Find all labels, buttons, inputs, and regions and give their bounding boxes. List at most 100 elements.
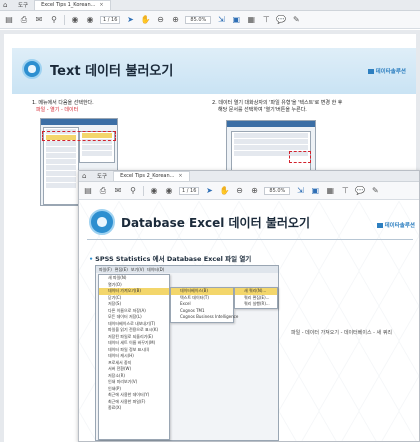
search-icon[interactable]: ⚲ bbox=[128, 186, 138, 196]
document-tab[interactable]: Excel Tips 2_Korean... × bbox=[113, 171, 190, 181]
open-icon[interactable]: ▤ bbox=[4, 15, 14, 25]
menubar-item: 파일(F) bbox=[99, 267, 112, 272]
prev-page-icon[interactable]: ◉ bbox=[149, 186, 159, 196]
step-1-path: 파일 - 열기 - 데이터 bbox=[36, 107, 79, 113]
submenu-item: 쿼리 실행(R)... bbox=[244, 301, 270, 306]
page-title: Text 데이터 불러오기 bbox=[50, 64, 174, 79]
present-icon[interactable]: ⊤ bbox=[340, 186, 350, 196]
menu-row bbox=[82, 145, 112, 150]
front-document-window: ⌂ 도구 Excel Tips 2_Korean... × ▤ ⎙ ✉ ⚲ ◉ … bbox=[78, 170, 420, 442]
step-2-line2: 해당 문서를 선택하여 '열기'버튼을 누른다. bbox=[218, 107, 307, 113]
screenshot-titlebar bbox=[41, 119, 117, 125]
tools-menu[interactable]: 도구 bbox=[97, 172, 107, 180]
page: Database Excel 데이터 불러오기 데이타솔루션 • SPSS Sta… bbox=[79, 201, 419, 441]
screenshot-open-dialog bbox=[226, 120, 316, 176]
mail-icon[interactable]: ✉ bbox=[113, 186, 123, 196]
step-2-line1: 2. 데이터 열기 대화상자의 '파일 유형'을 '텍스트'로 변경 한 후 bbox=[212, 100, 343, 106]
separator bbox=[64, 14, 65, 25]
menu-row bbox=[46, 177, 76, 182]
close-tab-icon[interactable]: × bbox=[99, 1, 103, 10]
search-icon[interactable]: ⚲ bbox=[49, 15, 59, 25]
section-heading-text: SPSS Statistics 에서 Database Excel 파일 열기 bbox=[95, 255, 252, 263]
menu-row bbox=[46, 165, 76, 170]
single-page-icon[interactable]: ▣ bbox=[231, 15, 241, 25]
file-row bbox=[234, 145, 308, 150]
open-icon[interactable]: ▤ bbox=[83, 186, 93, 196]
step-2: 2. 데이터 열기 대화상자의 '파일 유형'을 '텍스트'로 변경 한 후 해… bbox=[212, 100, 342, 114]
pen-icon[interactable]: ✎ bbox=[291, 15, 301, 25]
menu-item: 종료(X) bbox=[108, 405, 122, 410]
menu-row bbox=[82, 151, 112, 156]
next-page-icon[interactable]: ◉ bbox=[164, 186, 174, 196]
toolbar: ▤ ⎙ ✉ ⚲ ◉ ◉ 1 / 16 ➤ ✋ ⊖ ⊕ 85.0% ⇲ ▣ ▦ ⊤… bbox=[79, 182, 419, 200]
file-row bbox=[234, 133, 308, 138]
pen-icon[interactable]: ✎ bbox=[370, 186, 380, 196]
zoom-in-icon[interactable]: ⊕ bbox=[249, 186, 259, 196]
prev-page-icon[interactable]: ◉ bbox=[70, 15, 80, 25]
hand-icon[interactable]: ✋ bbox=[219, 186, 229, 196]
fit-page-icon[interactable]: ⇲ bbox=[295, 186, 305, 196]
cursor-icon[interactable]: ➤ bbox=[204, 186, 214, 196]
separator bbox=[143, 185, 144, 196]
brand-name: 데이타솔루션 bbox=[384, 223, 415, 229]
menubar-item: 보기(V) bbox=[130, 267, 145, 272]
menu-row bbox=[46, 141, 76, 146]
zoom-select[interactable]: 85.0% bbox=[264, 186, 291, 195]
page-indicator[interactable]: 1 / 16 bbox=[179, 186, 200, 195]
brand-square-icon bbox=[367, 69, 374, 74]
zoom-out-icon[interactable]: ⊖ bbox=[234, 186, 244, 196]
single-page-icon[interactable]: ▣ bbox=[310, 186, 320, 196]
page-banner: Text 데이터 불러오기 데이타솔루션 bbox=[12, 48, 416, 94]
next-page-icon[interactable]: ◉ bbox=[85, 15, 95, 25]
menu-row bbox=[46, 159, 76, 164]
menubar-item: 데이터(D) bbox=[147, 267, 165, 272]
zoom-out-icon[interactable]: ⊖ bbox=[155, 15, 165, 25]
caption: 파일 - 데이터 가져오기 - 데이터베이스 - 새 쿼리 bbox=[291, 330, 392, 336]
tab-bar: ⌂ 도구 Excel Tips 2_Korean... × bbox=[79, 171, 419, 182]
zoom-in-icon[interactable]: ⊕ bbox=[170, 15, 180, 25]
file-row bbox=[234, 139, 308, 144]
file-menu: 새 파일(N) 열기(O) 데이터 가져오기(B) 닫기(C) 저장(S) 다른… bbox=[98, 274, 170, 440]
bullet-icon: • bbox=[89, 255, 94, 263]
database-submenu: 새 쿼리(N)... 쿼리 편집(E)... 쿼리 실행(R)... bbox=[234, 287, 278, 309]
present-icon[interactable]: ⊤ bbox=[261, 15, 271, 25]
toolbar: ▤ ⎙ ✉ ⚲ ◉ ◉ 1 / 16 ➤ ✋ ⊖ ⊕ 85.0% ⇲ ▣ ▦ ⊤… bbox=[0, 11, 420, 29]
step-1-text: 1. 메뉴에서 다음을 선택한다. bbox=[32, 100, 94, 106]
mail-icon[interactable]: ✉ bbox=[34, 15, 44, 25]
brand-logo: 데이타솔루션 bbox=[367, 67, 406, 75]
comment-icon[interactable]: 💬 bbox=[276, 15, 286, 25]
document-tab-label: Excel Tips 1_Korean... bbox=[41, 2, 96, 8]
highlight-box bbox=[42, 131, 116, 141]
print-icon[interactable]: ⎙ bbox=[19, 15, 29, 25]
cursor-icon[interactable]: ➤ bbox=[125, 15, 135, 25]
spss-menubar: 파일(F) 편집(E) 보기(V) 데이터(D) bbox=[96, 266, 278, 273]
submenu-item: Cognos Business Intelligence bbox=[180, 314, 239, 319]
page-indicator[interactable]: 1 / 16 bbox=[100, 15, 121, 24]
home-icon[interactable]: ⌂ bbox=[3, 1, 12, 10]
tools-menu[interactable]: 도구 bbox=[18, 1, 28, 9]
document-area: Database Excel 데이터 불러오기 데이타솔루션 • SPSS Sta… bbox=[79, 201, 419, 441]
zoom-select[interactable]: 85.0% bbox=[185, 15, 212, 24]
spss-menu-screenshot: 파일(F) 편집(E) 보기(V) 데이터(D) 새 파일(N) 열기(O) 데… bbox=[95, 265, 279, 441]
home-icon[interactable]: ⌂ bbox=[82, 172, 91, 181]
document-tab[interactable]: Excel Tips 1_Korean... × bbox=[34, 0, 111, 10]
print-icon[interactable]: ⎙ bbox=[98, 186, 108, 196]
menu-row bbox=[46, 171, 76, 176]
two-page-icon[interactable]: ▦ bbox=[325, 186, 335, 196]
highlight-box bbox=[289, 151, 311, 163]
menubar-item: 편집(E) bbox=[114, 267, 128, 272]
hand-icon[interactable]: ✋ bbox=[140, 15, 150, 25]
page-title: Database Excel 데이터 불러오기 bbox=[121, 216, 310, 230]
comment-icon[interactable]: 💬 bbox=[355, 186, 365, 196]
badge-icon bbox=[89, 209, 115, 235]
fit-page-icon[interactable]: ⇲ bbox=[216, 15, 226, 25]
tab-bar: ⌂ 도구 Excel Tips 1_Korean... × bbox=[0, 0, 420, 11]
menu-row bbox=[46, 153, 76, 158]
two-page-icon[interactable]: ▦ bbox=[246, 15, 256, 25]
menu-row bbox=[46, 183, 76, 188]
badge-icon bbox=[22, 59, 42, 79]
import-submenu: 데이터베이스(B) 텍스트 데이터(T) Excel Cognos TM1 Co… bbox=[170, 287, 239, 323]
close-tab-icon[interactable]: × bbox=[178, 172, 182, 181]
document-tab-label: Excel Tips 2_Korean... bbox=[120, 173, 175, 179]
brand-logo: 데이타솔루션 bbox=[376, 221, 415, 229]
